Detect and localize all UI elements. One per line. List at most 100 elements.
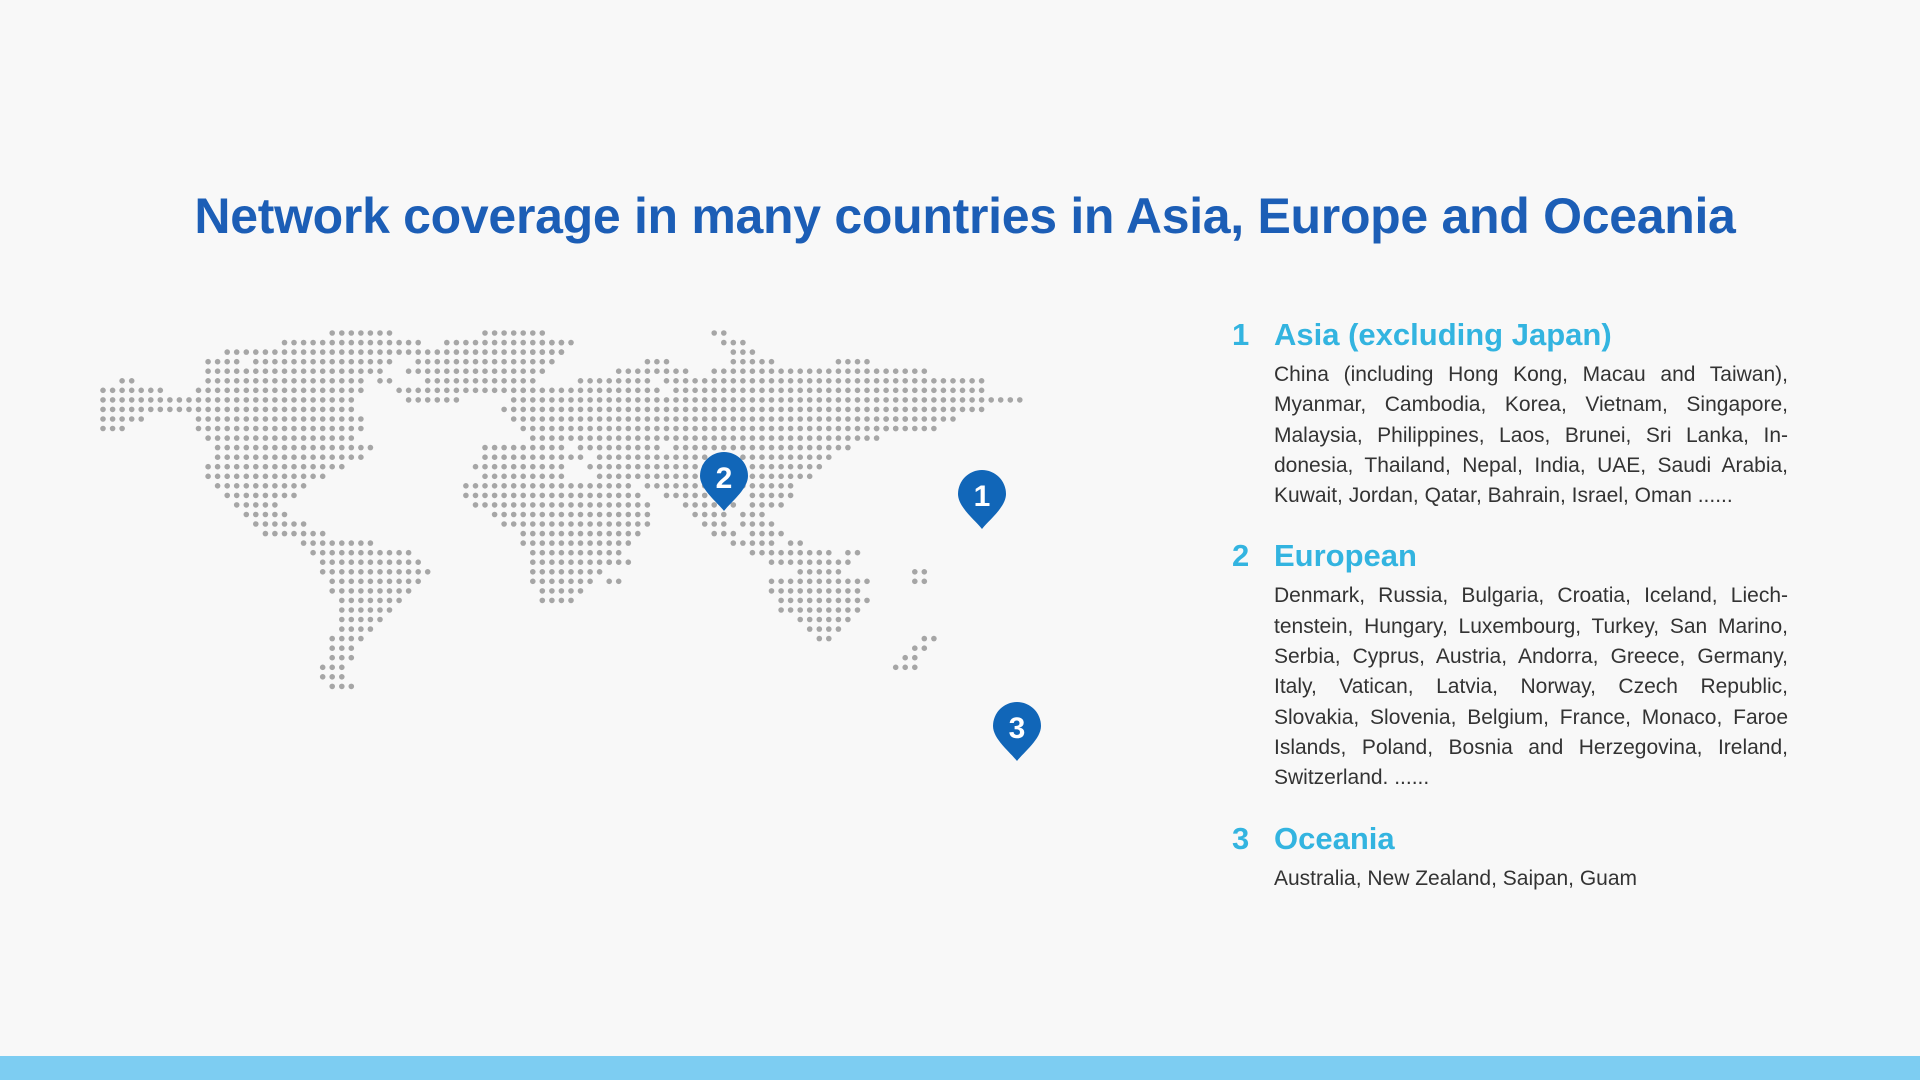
map-dot — [405, 368, 412, 374]
map-dot — [100, 387, 106, 394]
map-pin-3: 3 — [993, 702, 1041, 761]
map-dot — [358, 635, 364, 642]
map-dot — [138, 406, 144, 413]
map-dot — [644, 521, 651, 527]
map-dot — [367, 549, 374, 556]
map-dot — [224, 454, 230, 460]
map-dot — [749, 387, 756, 394]
map-dot — [310, 339, 316, 346]
map-dot — [606, 549, 612, 556]
map-dot — [654, 444, 660, 451]
map-dot — [806, 616, 813, 623]
map-dot — [300, 349, 307, 355]
map-dot — [615, 549, 622, 556]
map-dot — [281, 454, 288, 460]
map-dot — [806, 597, 813, 604]
map-dot — [644, 473, 651, 480]
map-dot — [606, 511, 612, 518]
map-dot — [835, 569, 842, 575]
map-dot — [768, 435, 775, 441]
map-dot — [520, 502, 526, 508]
map-dot — [243, 473, 250, 480]
map-dot — [501, 349, 507, 355]
map-dot — [883, 387, 889, 394]
map-dot — [778, 425, 784, 432]
map-dot — [243, 502, 250, 508]
map-dot — [577, 416, 584, 422]
map-dot — [358, 425, 364, 432]
map-dot — [673, 397, 679, 403]
map-dot — [367, 444, 374, 451]
map-dot — [272, 492, 278, 499]
map-dot — [319, 425, 326, 432]
map-dot — [568, 387, 574, 394]
map-dot — [759, 483, 765, 489]
map-dot — [253, 502, 259, 508]
map-dot — [587, 569, 593, 575]
map-dot — [759, 416, 765, 422]
map-dot — [358, 588, 364, 594]
map-dot — [568, 435, 574, 441]
map-dot — [501, 387, 507, 394]
map-dot — [740, 511, 746, 518]
map-dot — [319, 569, 326, 575]
map-dot — [558, 597, 565, 604]
map-dot — [615, 578, 622, 585]
map-dot — [472, 368, 479, 374]
map-dot — [243, 387, 250, 394]
map-dot — [768, 559, 775, 565]
map-dot — [787, 473, 794, 480]
map-dot — [835, 578, 842, 585]
map-dot — [759, 368, 765, 374]
map-dot — [453, 387, 460, 394]
map-dot — [367, 330, 374, 336]
map-dot — [339, 588, 345, 594]
map-dot — [253, 349, 259, 355]
map-dot — [367, 616, 374, 623]
map-dot — [377, 559, 383, 565]
map-dot — [845, 425, 851, 432]
map-dot — [358, 454, 364, 460]
map-dot — [396, 549, 402, 556]
map-dot — [329, 635, 335, 642]
map-dot — [701, 425, 708, 432]
map-dot — [539, 454, 546, 460]
map-dot — [539, 330, 546, 336]
map-dot — [883, 425, 889, 432]
map-dot — [1017, 397, 1023, 403]
map-dot — [587, 435, 593, 441]
map-dot — [224, 435, 230, 441]
map-dot — [424, 368, 431, 374]
map-dot — [329, 569, 335, 575]
map-dot — [615, 559, 622, 565]
map-dot — [415, 349, 422, 355]
map-dot — [978, 406, 985, 413]
map-dot — [501, 378, 507, 384]
map-dot — [300, 435, 307, 441]
map-dot — [816, 607, 823, 613]
map-dot — [759, 406, 765, 413]
map-dot — [596, 397, 603, 403]
map-dot — [386, 569, 393, 575]
map-dot — [253, 463, 259, 470]
map-dot — [281, 368, 288, 374]
map-dot — [224, 425, 230, 432]
map-dot — [262, 406, 269, 413]
map-dot — [606, 435, 612, 441]
map-dot — [969, 397, 975, 403]
map-dot — [291, 473, 297, 480]
map-dot — [233, 425, 240, 432]
map-dot — [549, 521, 555, 527]
map-dot — [205, 425, 211, 432]
map-dot — [826, 397, 832, 403]
map-dot — [539, 463, 546, 470]
map-dot — [510, 454, 517, 460]
map-dot — [749, 502, 756, 508]
map-dot — [711, 397, 717, 403]
map-dot — [253, 425, 259, 432]
map-dot — [339, 654, 345, 661]
map-dot — [272, 530, 278, 537]
map-dot — [721, 368, 727, 374]
map-dot — [692, 483, 698, 489]
map-dot — [806, 454, 813, 460]
